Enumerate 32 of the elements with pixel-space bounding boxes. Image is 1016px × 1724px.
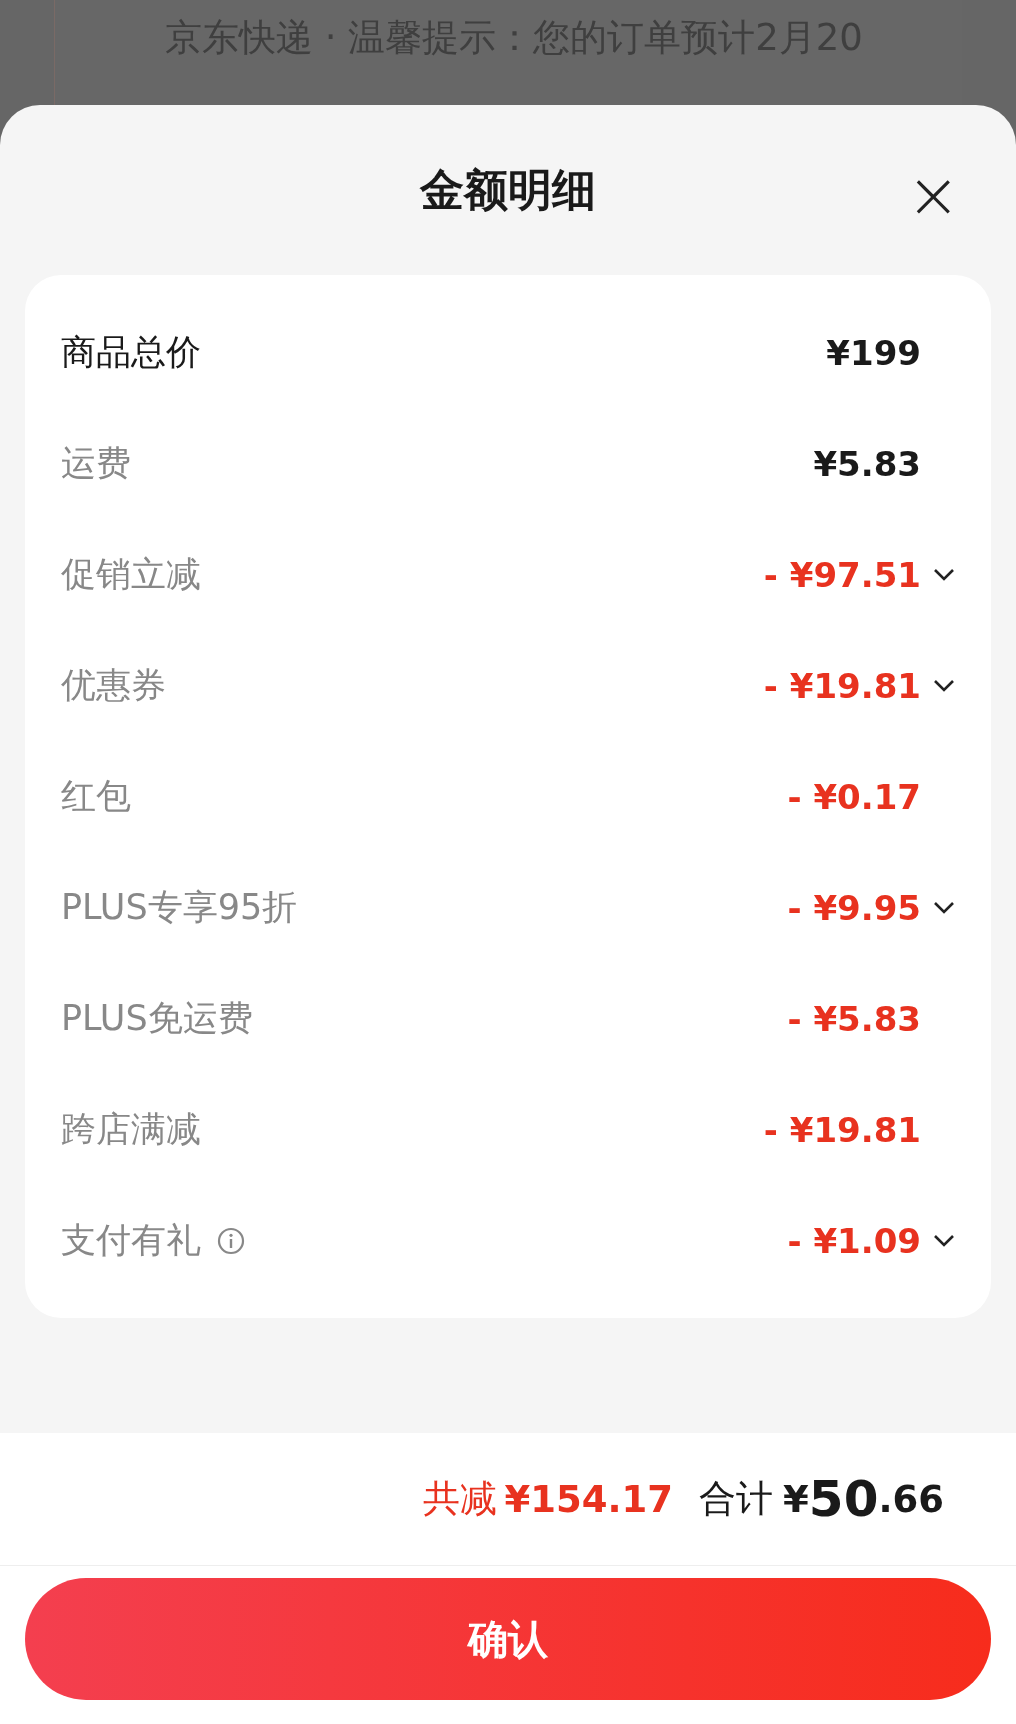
currency-symbol: ¥ <box>783 1477 809 1521</box>
row-label: 跨店满减 <box>61 1108 201 1151</box>
row-label: 支付有礼 <box>61 1219 201 1262</box>
row-amount: - ¥97.51 <box>763 554 921 595</box>
row-label: 红包 <box>61 775 131 818</box>
close-button[interactable]: × <box>906 163 960 227</box>
saved-label: 共减 <box>422 1476 497 1522</box>
row-label: PLUS专享95折 <box>61 886 298 929</box>
row-label: PLUS免运费 <box>61 997 253 1040</box>
chevron-down-icon[interactable] <box>933 1233 955 1248</box>
row-label: 运费 <box>61 442 131 485</box>
info-icon[interactable] <box>217 1226 245 1255</box>
total-label: 合计 <box>699 1476 774 1522</box>
row-amount: - ¥5.83 <box>787 998 921 1039</box>
total-decimal: .66 <box>878 1477 944 1521</box>
row-label: 促销立减 <box>61 553 201 596</box>
row-amount: - ¥0.17 <box>787 776 921 817</box>
row-amount: - ¥1.09 <box>787 1220 921 1261</box>
chevron-down-icon[interactable] <box>933 567 955 582</box>
saved-amount: ¥154.17 <box>504 1477 674 1521</box>
row-amount: ¥199 <box>826 332 921 373</box>
total-integer: 50 <box>808 1470 879 1528</box>
confirm-button[interactable]: 确认 <box>25 1578 991 1700</box>
row-label: 商品总价 <box>61 331 201 374</box>
row-amount: - ¥19.81 <box>763 665 921 706</box>
row-amount: ¥5.83 <box>813 443 921 484</box>
chevron-down-icon[interactable] <box>933 678 955 693</box>
chevron-down-icon[interactable] <box>933 900 955 915</box>
sheet-title: 金额明细 <box>420 162 596 217</box>
row-label: 优惠券 <box>61 664 166 707</box>
row-amount: - ¥9.95 <box>787 887 921 928</box>
row-amount: - ¥19.81 <box>763 1109 921 1150</box>
